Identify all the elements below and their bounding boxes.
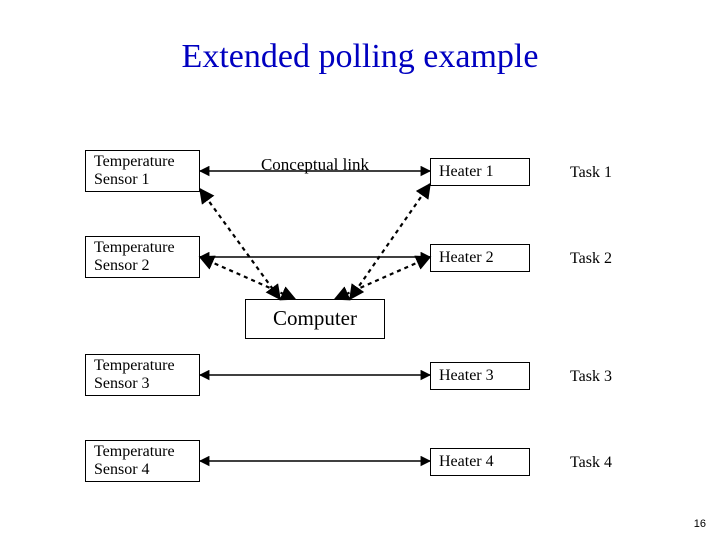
task-label-4: Task 4 xyxy=(570,454,612,472)
task-label-2: Task 2 xyxy=(570,250,612,268)
sensor-box-1: Temperature Sensor 1 xyxy=(85,150,200,192)
task-label-3: Task 3 xyxy=(570,368,612,386)
heater-box-2: Heater 2 xyxy=(430,244,530,272)
heater-box-1: Heater 1 xyxy=(430,158,530,186)
conceptual-link-label: Conceptual link xyxy=(245,155,385,175)
slide-title: Extended polling example xyxy=(0,38,720,76)
page-number: 16 xyxy=(694,518,706,530)
heater-box-3: Heater 3 xyxy=(430,362,530,390)
task-label-1: Task 1 xyxy=(570,164,612,182)
computer-box: Computer xyxy=(245,299,385,339)
sensor-box-2: Temperature Sensor 2 xyxy=(85,236,200,278)
heater-box-4: Heater 4 xyxy=(430,448,530,476)
sensor-box-3: Temperature Sensor 3 xyxy=(85,354,200,396)
sensor-box-4: Temperature Sensor 4 xyxy=(85,440,200,482)
